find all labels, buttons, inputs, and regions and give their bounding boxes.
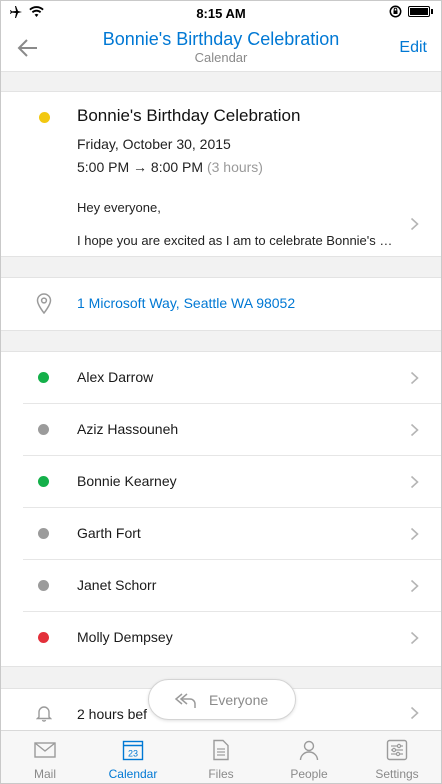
- attendee-row[interactable]: Alex Darrow: [1, 352, 441, 404]
- attendee-list: Alex Darrow Aziz Hassouneh Bonnie Kearne…: [1, 352, 441, 666]
- tab-mail[interactable]: Mail: [1, 731, 89, 783]
- event-duration: (3 hours): [206, 159, 263, 175]
- mail-icon: [34, 742, 56, 758]
- app-frame: 8:15 AM Bonnie's Birthday Celebration Ca…: [0, 0, 442, 784]
- attendee-status-dot: [38, 424, 49, 435]
- location-row[interactable]: 1 Microsoft Way, Seattle WA 98052: [1, 278, 441, 330]
- chevron-right-icon: [410, 706, 419, 720]
- event-time: 5:00 PM → 8:00 PM (3 hours): [77, 159, 263, 175]
- event-details[interactable]: Bonnie's Birthday Celebration Friday, Oc…: [1, 92, 441, 256]
- calendar-icon: 23: [122, 740, 144, 761]
- location-link[interactable]: 1 Microsoft Way, Seattle WA 98052: [77, 295, 295, 311]
- attendee-name: Molly Dempsey: [77, 629, 173, 645]
- status-time: 8:15 AM: [196, 6, 246, 21]
- chevron-right-icon: [410, 631, 419, 645]
- tab-label: Settings: [375, 767, 419, 781]
- page-title: Bonnie's Birthday Celebration: [102, 29, 340, 49]
- tab-label: Mail: [33, 767, 56, 781]
- battery-cap: [431, 9, 433, 14]
- chevron-right-icon: [410, 579, 419, 593]
- reply-all-label: Everyone: [209, 692, 269, 708]
- chevron-right-icon: [410, 475, 419, 489]
- event-date: Friday, October 30, 2015: [77, 136, 231, 152]
- files-icon: [213, 739, 229, 761]
- reply-all-icon: [174, 693, 196, 708]
- settings-icon: [386, 739, 408, 761]
- nav-bar: Bonnie's Birthday Celebration Calendar E…: [1, 25, 441, 71]
- section-gap: [1, 71, 441, 92]
- event-body-line2: I hope you are excited as I am to celebr…: [77, 233, 397, 248]
- attendee-name: Bonnie Kearney: [77, 473, 177, 489]
- section-gap: [1, 330, 441, 352]
- reminder-text: 2 hours bef: [77, 706, 148, 722]
- event-time-range: 5:00 PM → 8:00 PM: [77, 159, 204, 175]
- tab-files[interactable]: Files: [177, 731, 265, 783]
- location-pin-icon: [36, 293, 52, 314]
- event-body-line1: Hey everyone,: [77, 200, 161, 215]
- tab-people[interactable]: People: [265, 731, 353, 783]
- attendee-status-dot: [38, 476, 49, 487]
- page-subtitle: Calendar: [194, 50, 248, 65]
- status-bar: 8:15 AM: [1, 1, 441, 25]
- tab-bar: Mail 23 Calendar Files People Settings: [1, 730, 441, 783]
- attendee-row[interactable]: Janet Schorr: [1, 560, 441, 612]
- attendee-name: Garth Fort: [77, 525, 141, 541]
- tab-label: Files: [208, 767, 234, 781]
- bell-icon: [36, 706, 52, 722]
- attendee-row[interactable]: Aziz Hassouneh: [1, 404, 441, 456]
- section-gap: [1, 256, 441, 278]
- chevron-right-icon: [410, 423, 419, 437]
- attendee-status-dot: [38, 632, 49, 643]
- attendee-name: Aziz Hassouneh: [77, 421, 179, 437]
- attendee-row[interactable]: Bonnie Kearney: [1, 456, 441, 508]
- reply-all-button[interactable]: Everyone: [148, 679, 296, 720]
- orientation-lock-icon: [389, 5, 402, 18]
- chevron-right-icon: [410, 217, 419, 231]
- chevron-right-icon: [410, 371, 419, 385]
- tab-calendar[interactable]: 23 Calendar: [89, 731, 177, 783]
- people-icon: [299, 740, 319, 761]
- tab-label: People: [290, 767, 328, 781]
- edit-button[interactable]: Edit: [399, 39, 427, 57]
- event-title: Bonnie's Birthday Celebration: [77, 106, 301, 125]
- attendee-name: Janet Schorr: [77, 577, 157, 593]
- attendee-status-dot: [38, 528, 49, 539]
- battery-icon: [408, 6, 430, 17]
- attendee-status-dot: [38, 580, 49, 591]
- attendee-row[interactable]: Molly Dempsey: [1, 612, 441, 664]
- tab-settings[interactable]: Settings: [353, 731, 441, 783]
- event-color-dot: [39, 112, 50, 123]
- attendee-status-dot: [38, 372, 49, 383]
- attendee-row[interactable]: Garth Fort: [1, 508, 441, 560]
- back-arrow-icon[interactable]: [15, 35, 41, 61]
- tab-label: Calendar: [108, 767, 158, 781]
- calendar-day-number: 23: [128, 749, 138, 759]
- status-right: [389, 5, 433, 18]
- attendee-name: Alex Darrow: [77, 369, 154, 385]
- chevron-right-icon: [410, 527, 419, 541]
